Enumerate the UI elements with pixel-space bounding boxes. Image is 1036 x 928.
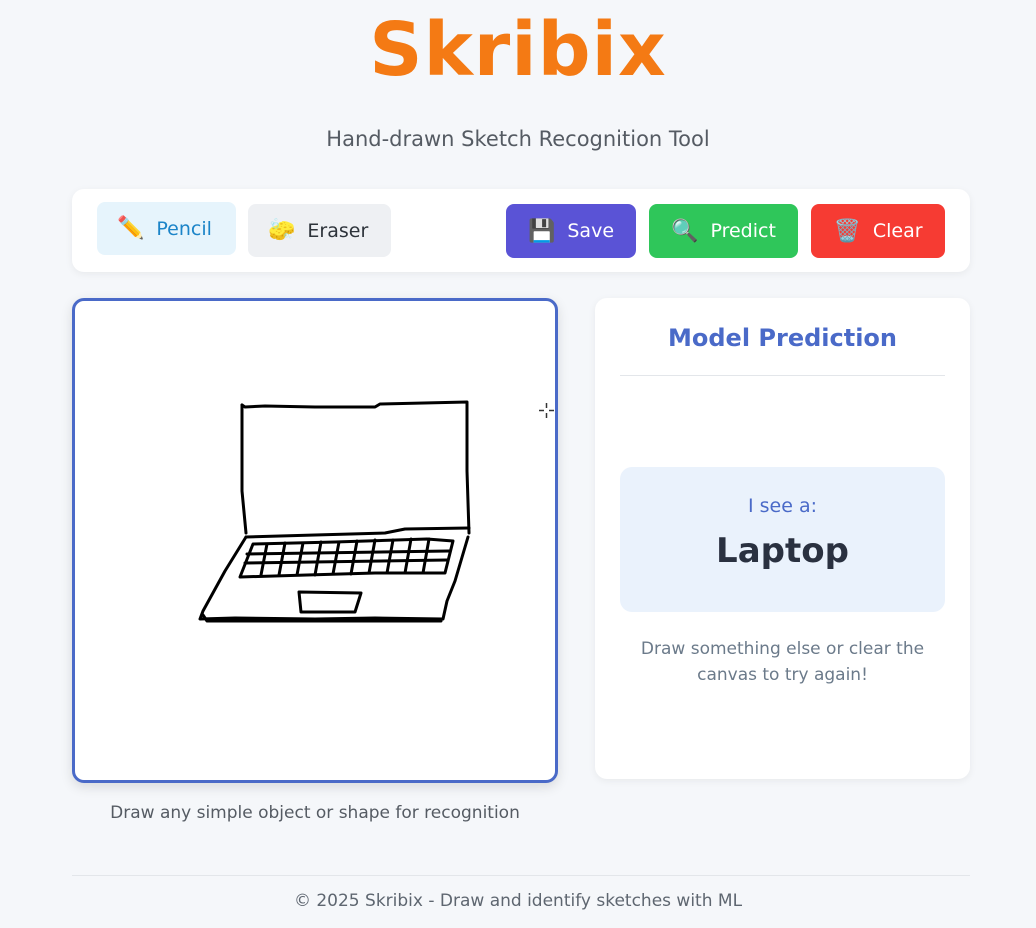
toolbar: ✏️ Pencil 🧽 Eraser 💾 Save 🔍 Predict 🗑️ C… (72, 189, 970, 272)
app-subtitle: Hand-drawn Sketch Recognition Tool (326, 127, 710, 151)
prediction-title: Model Prediction (667, 324, 898, 352)
pencil-tool-button[interactable]: ✏️ Pencil (97, 202, 236, 255)
eraser-label: Eraser (307, 219, 369, 242)
drawing-canvas[interactable] (72, 298, 558, 783)
divider (620, 375, 945, 376)
floppy-disk-icon: 💾 (527, 218, 556, 244)
clear-button[interactable]: 🗑️ Clear (811, 204, 945, 258)
footer-text: © 2025 Skribix - Draw and identify sketc… (293, 891, 743, 911)
laptop-sketch (198, 400, 471, 623)
prediction-label: I see a: (747, 495, 817, 517)
crosshair-cursor-icon (539, 403, 554, 418)
magnifier-icon: 🔍 (671, 218, 699, 244)
eraser-tool-button[interactable]: 🧽 Eraser (248, 204, 391, 257)
save-label: Save (567, 220, 615, 242)
prediction-panel: Model Prediction I see a: Laptop Draw so… (595, 298, 970, 779)
app-logo: Skribix (369, 7, 667, 93)
predict-button[interactable]: 🔍 Predict (649, 204, 798, 258)
prediction-hint: Draw something else or clear the canvas … (640, 639, 925, 685)
sponge-icon: 🧽 (268, 218, 296, 243)
pencil-label: Pencil (156, 217, 212, 240)
trash-icon: 🗑️ (833, 218, 861, 244)
pencil-icon: ✏️ (117, 216, 145, 241)
prediction-value: Laptop (716, 531, 849, 571)
footer-divider (72, 875, 970, 876)
prediction-result-box: I see a: Laptop (620, 467, 945, 612)
canvas-caption: Draw any simple object or shape for reco… (110, 803, 520, 823)
save-button[interactable]: 💾 Save (506, 204, 636, 258)
predict-label: Predict (710, 220, 776, 242)
clear-label: Clear (872, 220, 923, 242)
